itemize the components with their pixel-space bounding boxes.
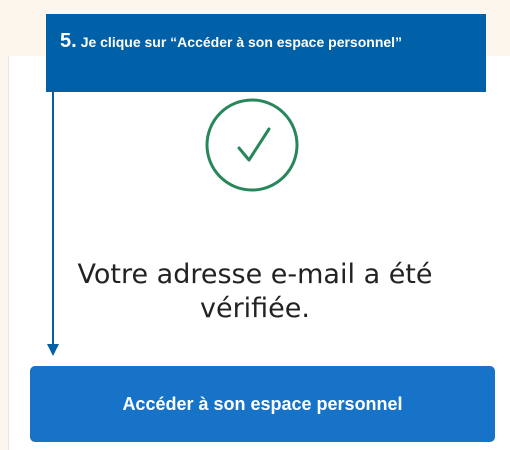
instruction-callout: 5. Je clique sur “Accéder à son espace pe…	[46, 14, 486, 92]
instruction-text: Je clique sur “Accéder à son espace pers…	[80, 34, 403, 50]
access-personal-space-button[interactable]: Accéder à son espace personnel	[30, 366, 495, 442]
pointer-arrow-icon	[46, 92, 60, 356]
step-number: 5.	[60, 30, 77, 52]
check-circle-icon	[203, 96, 301, 194]
verification-message: Votre adresse e-mail a été vérifiée.	[77, 259, 433, 324]
